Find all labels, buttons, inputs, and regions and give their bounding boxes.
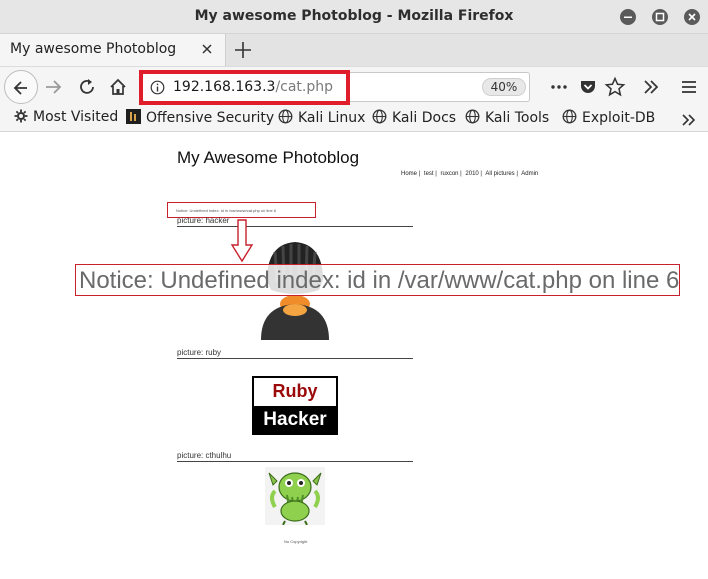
pocket-icon[interactable] (577, 76, 599, 98)
close-window-button[interactable] (684, 9, 700, 25)
globe-icon (278, 109, 293, 124)
cthulhu-image (265, 467, 325, 525)
ruby-hacker-image: Ruby Hacker (252, 376, 338, 435)
new-tab-icon[interactable] (232, 39, 254, 61)
pointer-arrow (230, 219, 254, 267)
window-title: My awesome Photoblog - Mozilla Firefox (194, 8, 514, 24)
picture-title-cthulhu: picture: cthulhu (177, 451, 413, 462)
bookmarks-toolbar: Most Visited Offensive Security Kali Lin… (0, 106, 708, 132)
url-highlight-box (139, 70, 350, 105)
bookmark-label: Exploit-DB (582, 110, 656, 126)
back-arrow-icon (13, 81, 27, 95)
maximize-button[interactable] (652, 9, 668, 25)
footer-copyright: No Copyright (284, 539, 308, 544)
globe-icon (372, 109, 387, 124)
site-nav: Home | test | ruxcon | 2010 | All pictur… (401, 171, 540, 177)
tab-strip: My awesome Photoblog (0, 34, 708, 66)
php-notice-callout: Notice: Undefined index: id in /var/www/… (75, 264, 680, 296)
back-button[interactable] (4, 70, 38, 104)
site-nav-2010[interactable]: 2010 | (465, 171, 482, 177)
forward-arrow-icon[interactable] (42, 76, 64, 98)
down-arrow-icon (230, 219, 254, 263)
globe-icon (562, 109, 577, 124)
maximize-icon (655, 12, 665, 22)
more-actions-icon[interactable] (548, 76, 570, 98)
tab-label: My awesome Photoblog (10, 41, 177, 57)
bookmark-label: Kali Docs (392, 110, 457, 126)
picture-title-hacker: picture: hacker (177, 216, 413, 227)
site-title: My Awesome Photoblog (177, 148, 360, 167)
site-nav-ruxcon[interactable]: ruxcon | (440, 171, 461, 177)
site-nav-home[interactable]: Home | (401, 171, 420, 177)
php-notice-large: Notice: Undefined index: id in /var/www/… (79, 267, 680, 294)
ruby-logo-bottom-text: Hacker (254, 406, 336, 433)
site-nav-admin[interactable]: Admin (521, 171, 538, 177)
minimize-button[interactable] (620, 9, 636, 25)
minimize-icon (624, 16, 632, 18)
hamburger-menu-icon[interactable] (678, 76, 700, 98)
ruby-logo-top-text: Ruby (272, 381, 318, 401)
reload-icon[interactable] (76, 76, 98, 98)
picture-title-ruby: picture: ruby (177, 348, 413, 359)
overflow-chevron-icon[interactable] (640, 76, 662, 98)
gear-icon (14, 109, 28, 123)
bookmark-label: Kali Tools (485, 110, 550, 126)
bookmark-star-icon[interactable] (604, 76, 626, 98)
window-titlebar: My awesome Photoblog - Mozilla Firefox (0, 0, 708, 34)
bookmark-kali-tools[interactable]: Kali Tools (465, 109, 549, 126)
bookmark-offensive-security[interactable]: Offensive Security (126, 109, 274, 126)
home-icon[interactable] (107, 76, 129, 98)
php-notice-small: Notice: Undefined index: id in /var/www/… (176, 208, 277, 213)
site-nav-all-pictures[interactable]: All pictures | (485, 171, 518, 177)
site-nav-test[interactable]: test | (424, 171, 437, 177)
bookmarks-overflow-chevron-icon[interactable] (680, 111, 698, 129)
offsec-icon (126, 109, 141, 124)
bookmark-label: Offensive Security (146, 110, 275, 126)
bookmark-label: Most Visited (33, 109, 119, 125)
bookmark-label: Kali Linux (298, 110, 366, 126)
page-content: My Awesome Photoblog Home | test | ruxco… (0, 133, 708, 579)
globe-icon (465, 109, 480, 124)
close-tab-icon[interactable] (200, 42, 214, 56)
bookmark-kali-docs[interactable]: Kali Docs (372, 109, 456, 126)
bookmark-most-visited[interactable]: Most Visited (14, 109, 118, 125)
tab-photoblog[interactable]: My awesome Photoblog (0, 34, 226, 66)
close-icon (688, 13, 696, 21)
bookmark-exploit-db[interactable]: Exploit-DB (562, 109, 655, 126)
bookmark-kali-linux[interactable]: Kali Linux (278, 109, 365, 126)
zoom-level-indicator[interactable]: 40% (482, 78, 526, 96)
navigation-toolbar: 192.168.163.3/cat.php 40% (0, 66, 708, 106)
